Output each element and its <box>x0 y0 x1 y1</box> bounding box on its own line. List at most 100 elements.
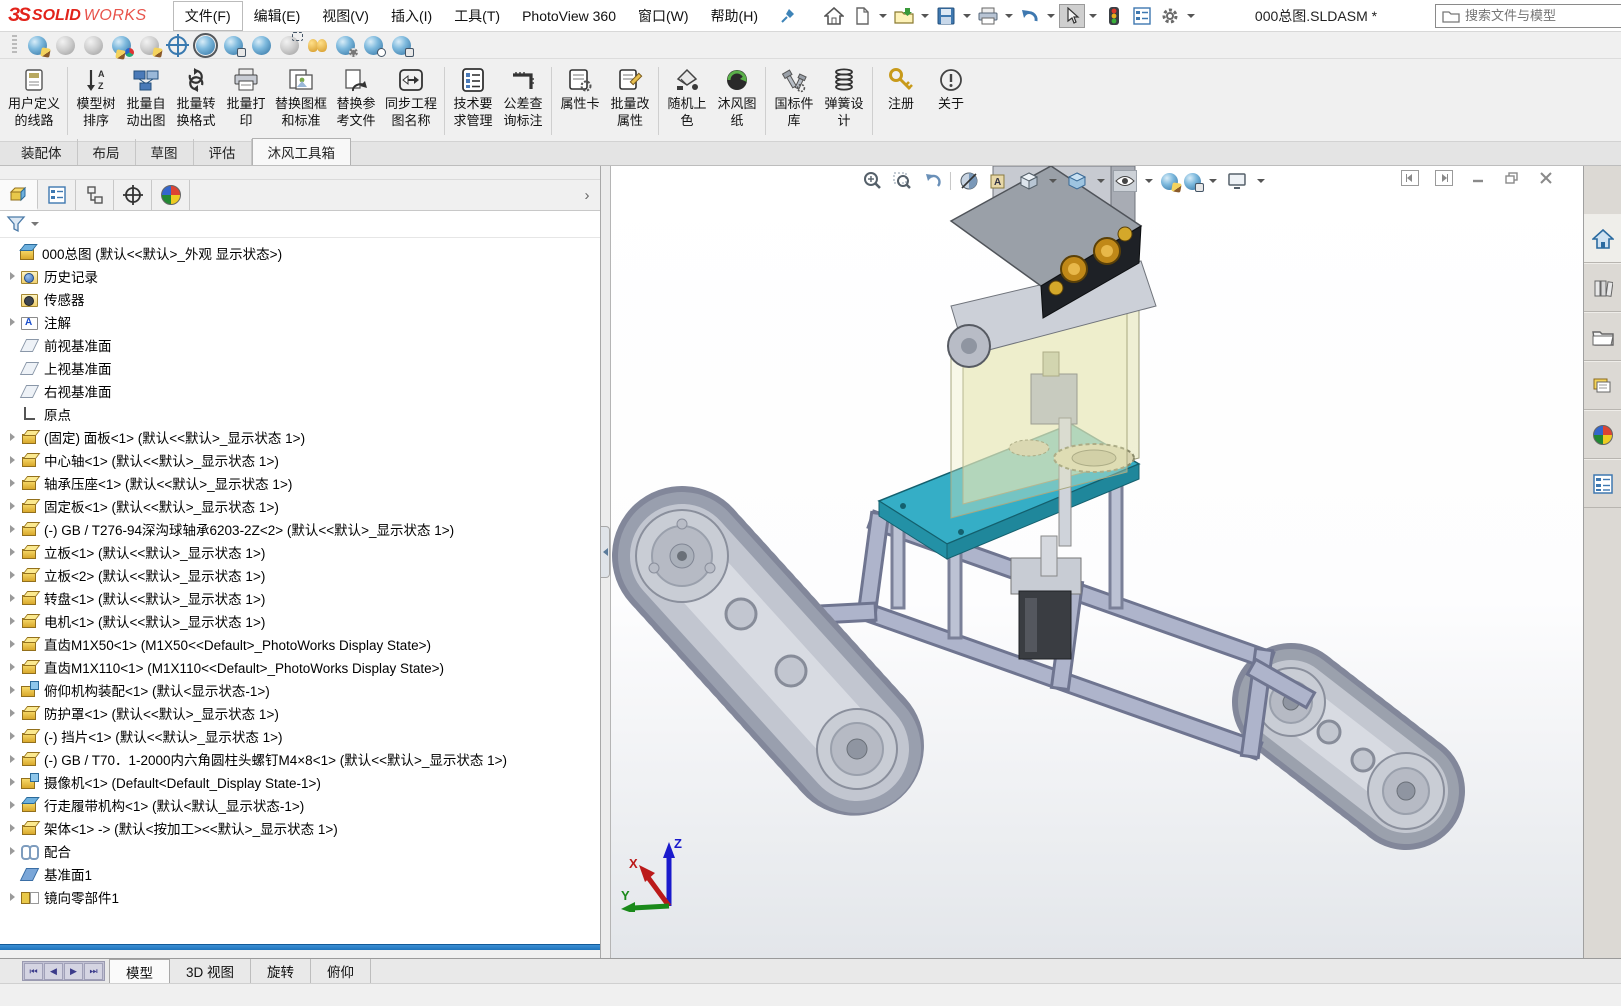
expand-arrow[interactable] <box>4 824 20 832</box>
batch-render-icon[interactable] <box>308 36 327 55</box>
close-icon[interactable] <box>1537 170 1555 186</box>
expand-arrow[interactable] <box>4 663 20 671</box>
tree-item[interactable]: 行走履带机构<1> (默认<默认_显示状态-1>) <box>0 793 600 816</box>
paste-appearance-icon[interactable] <box>84 36 103 55</box>
ribbon-spring-design[interactable]: 弹簧设 计 <box>819 63 869 139</box>
tab-model[interactable]: 模型 <box>109 959 170 983</box>
tab-rotate[interactable]: 旋转 <box>251 959 311 983</box>
expand-arrow[interactable] <box>4 640 20 648</box>
ribbon-tolerance-query[interactable]: 公差查 询标注 <box>498 63 548 139</box>
tab-layout[interactable]: 布局 <box>78 139 136 165</box>
undo-icon[interactable] <box>1017 4 1043 28</box>
restore-icon[interactable] <box>1503 170 1521 186</box>
save-caret[interactable] <box>963 14 971 18</box>
expand-arrow[interactable] <box>4 732 20 740</box>
tree-item[interactable]: 基准面1 <box>0 862 600 885</box>
expand-arrow[interactable] <box>4 617 20 625</box>
apply-scene-caret[interactable] <box>1209 179 1217 183</box>
select-cursor-caret[interactable] <box>1089 14 1097 18</box>
graphics-viewport[interactable]: A <box>611 166 1583 958</box>
display-style-icon[interactable] <box>1065 170 1089 192</box>
render-region-icon[interactable] <box>280 36 299 55</box>
previous-view-icon[interactable] <box>920 170 944 192</box>
ribbon-register[interactable]: 注册 <box>876 63 926 139</box>
zoom-to-area-icon[interactable] <box>890 170 914 192</box>
file-properties-icon[interactable] <box>1129 4 1155 28</box>
edit-scene-icon[interactable] <box>112 36 131 55</box>
filter-funnel-icon[interactable] <box>6 214 26 234</box>
tree-item[interactable]: (-) GB / T70．1-2000内六角圆柱头螺钉M4×8<1> (默认<<… <box>0 747 600 770</box>
open-document-icon[interactable] <box>891 4 917 28</box>
ribbon-user-defined-route[interactable]: 用户定义 的线路 <box>4 63 64 139</box>
ribbon-mufeng-drawing[interactable]: 沐风图 纸 <box>712 63 762 139</box>
expand-arrow[interactable] <box>4 594 20 602</box>
tree-item[interactable]: 转盘<1> (默认<<默认>_显示状态 1>) <box>0 586 600 609</box>
print-caret[interactable] <box>1005 14 1013 18</box>
select-cursor-icon[interactable] <box>1059 4 1085 28</box>
ribbon-batch-print[interactable]: 批量打 印 <box>221 63 271 139</box>
ribbon-replace-frame[interactable]: 替换图框 和标准 <box>271 63 331 139</box>
tree-item[interactable]: 架体<1> -> (默认<按加工><<默认>_显示状态 1>) <box>0 816 600 839</box>
view-settings-icon[interactable] <box>1225 170 1249 192</box>
ribbon-gb-library[interactable]: 国标件 库 <box>769 63 819 139</box>
final-render-icon[interactable] <box>224 36 243 55</box>
expand-arrow[interactable] <box>4 893 20 901</box>
home-icon[interactable] <box>821 4 847 28</box>
featuremanager-tab[interactable] <box>0 180 38 210</box>
expand-arrow[interactable] <box>4 755 20 763</box>
model-3d[interactable] <box>611 166 1579 954</box>
edit-appearance-headsup-icon[interactable] <box>1161 173 1178 190</box>
view-settings-caret[interactable] <box>1257 179 1265 183</box>
ribbon-sort-model-tree[interactable]: AZ 模型树 排序 <box>71 63 121 139</box>
expand-arrow[interactable] <box>4 778 20 786</box>
expand-arrow[interactable] <box>4 709 20 717</box>
expand-arrow[interactable] <box>4 525 20 533</box>
tab-3d-views[interactable]: 3D 视图 <box>170 959 251 983</box>
search-input[interactable] <box>1465 8 1615 23</box>
ribbon-property-card[interactable]: 属性卡 <box>555 63 605 139</box>
display-style-caret[interactable] <box>1097 179 1105 183</box>
expand-arrow[interactable] <box>4 272 20 280</box>
apply-scene-icon[interactable] <box>1184 173 1201 190</box>
collapse-panel-tab[interactable] <box>601 526 610 578</box>
search-box[interactable] <box>1435 4 1621 28</box>
tree-item[interactable]: 注解 <box>0 310 600 333</box>
copy-appearance-icon[interactable] <box>56 36 75 55</box>
tree-item[interactable]: 镜向零部件1 <box>0 885 600 908</box>
expand-arrow[interactable] <box>4 456 20 464</box>
expand-arrow[interactable] <box>4 318 20 326</box>
tree-item[interactable]: 摄像机<1> (Default<Default_Display State-1>… <box>0 770 600 793</box>
tab-mufeng-toolbox[interactable]: 沐风工具箱 <box>252 138 352 165</box>
tree-item[interactable]: 电机<1> (默认<<默认>_显示状态 1>) <box>0 609 600 632</box>
view-orientation-caret[interactable] <box>1049 179 1057 183</box>
new-document-icon[interactable] <box>849 4 875 28</box>
tree-item[interactable]: (-) 挡片<1> (默认<<默认>_显示状态 1>) <box>0 724 600 747</box>
tree-item[interactable]: (-) GB / T276-94深沟球轴承6203-2Z<2> (默认<<默认>… <box>0 517 600 540</box>
menu-help[interactable]: 帮助(H) <box>700 2 769 30</box>
tree-item[interactable]: 固定板<1> (默认<<默认>_显示状态 1>) <box>0 494 600 517</box>
home-tab-icon[interactable] <box>1584 214 1621 263</box>
next-tab-button[interactable]: ▶ <box>64 963 83 980</box>
appearances-scenes-icon[interactable] <box>1584 410 1621 459</box>
tree-item[interactable]: 传感器 <box>0 287 600 310</box>
tree-item[interactable]: 立板<1> (默认<<默认>_显示状态 1>) <box>0 540 600 563</box>
tree-item[interactable]: 俯仰机构装配<1> (默认<显示状态-1>) <box>0 678 600 701</box>
ribbon-random-color[interactable]: 随机上 色 <box>662 63 712 139</box>
ribbon-replace-reference[interactable]: 替换参 考文件 <box>331 63 381 139</box>
configurationmanager-tab[interactable] <box>76 180 114 210</box>
tab-pitch[interactable]: 俯仰 <box>311 959 371 983</box>
previous-pane-icon[interactable] <box>1401 170 1419 186</box>
menu-photoview360[interactable]: PhotoView 360 <box>511 4 627 28</box>
tree-item[interactable]: 历史记录 <box>0 264 600 287</box>
menu-view[interactable]: 视图(V) <box>311 2 380 30</box>
save-icon[interactable] <box>933 4 959 28</box>
menu-file[interactable]: 文件(F) <box>173 1 243 31</box>
render-sphere-icon[interactable] <box>252 36 271 55</box>
next-pane-icon[interactable] <box>1435 170 1453 186</box>
tree-item[interactable]: 原点 <box>0 402 600 425</box>
panel-splitter[interactable] <box>601 166 611 958</box>
tree-item[interactable]: 立板<2> (默认<<默认>_显示状态 1>) <box>0 563 600 586</box>
menu-insert[interactable]: 插入(I) <box>380 2 443 30</box>
integrated-preview-icon[interactable] <box>168 36 187 55</box>
file-explorer-icon[interactable] <box>1584 312 1621 361</box>
